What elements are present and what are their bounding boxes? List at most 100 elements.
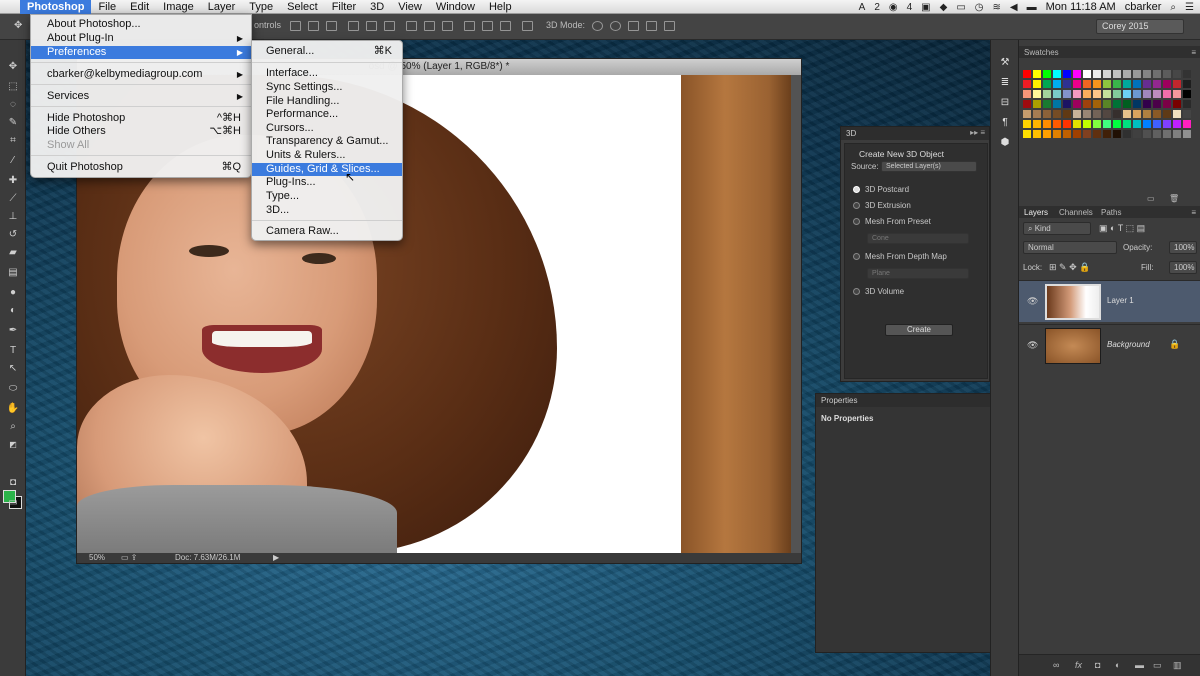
swatch[interactable]	[1123, 130, 1131, 138]
distribute-left-icon[interactable]	[464, 21, 475, 31]
align-vcenter-icon[interactable]	[308, 21, 319, 31]
pen-tool-icon[interactable]: ✒	[5, 324, 21, 338]
pref-guides-grid-slices[interactable]: Guides, Grid & Slices...	[252, 163, 402, 176]
pref-units-rulers[interactable]: Units & Rulers...	[252, 149, 402, 162]
slide-3d-icon[interactable]	[646, 21, 657, 31]
swatch-grid[interactable]	[1023, 70, 1193, 142]
dropbox-icon[interactable]: ◆	[940, 2, 948, 13]
align-hcenter-icon[interactable]	[366, 21, 377, 31]
swatch[interactable]	[1143, 120, 1151, 128]
swatch[interactable]	[1043, 80, 1051, 88]
tab-layers[interactable]: Layers	[1024, 208, 1048, 217]
swatch[interactable]	[1063, 70, 1071, 78]
swatch[interactable]	[1173, 90, 1181, 98]
radio-mesh-from-depth-map[interactable]	[853, 253, 860, 260]
swatch[interactable]	[1113, 100, 1121, 108]
swatch[interactable]	[1043, 130, 1051, 138]
swatch[interactable]	[1083, 70, 1091, 78]
swatch[interactable]	[1093, 80, 1101, 88]
menu-window[interactable]: Window	[429, 0, 482, 14]
menu-help[interactable]: Help	[482, 0, 519, 14]
swatch[interactable]	[1163, 130, 1171, 138]
swatch[interactable]	[1053, 130, 1061, 138]
lasso-tool-icon[interactable]: ◌	[5, 98, 21, 112]
swatch[interactable]	[1053, 70, 1061, 78]
workspace-select[interactable]: Corey 2015	[1096, 19, 1184, 34]
new-layer-icon[interactable]: ▭	[1153, 660, 1162, 671]
swatch[interactable]	[1133, 80, 1141, 88]
option-mesh-from-preset[interactable]: Mesh From Preset	[865, 217, 931, 226]
auto-align-icon[interactable]	[522, 21, 533, 31]
swatch[interactable]	[1123, 100, 1131, 108]
distribute-right-icon[interactable]	[500, 21, 511, 31]
scale-3d-icon[interactable]	[664, 21, 675, 31]
wifi-icon[interactable]: ≋	[993, 2, 1001, 13]
swatch[interactable]	[1023, 90, 1031, 98]
align-bottom-icon[interactable]	[326, 21, 337, 31]
path-select-tool-icon[interactable]: ↖	[5, 362, 21, 376]
swatch[interactable]	[1073, 130, 1081, 138]
crop-tool-icon[interactable]: ⌗	[5, 134, 21, 148]
volume-icon[interactable]: ◀	[1010, 2, 1018, 13]
new-swatch-icon[interactable]: ▭	[1147, 194, 1155, 203]
radio-3d-extrusion[interactable]	[853, 202, 860, 209]
quick-select-tool-icon[interactable]: ✎	[5, 116, 21, 130]
pan-3d-icon[interactable]	[628, 21, 639, 31]
swatch[interactable]	[1043, 120, 1051, 128]
layer-mask-icon[interactable]: ◘	[1095, 660, 1100, 670]
new-group-icon[interactable]: ▬	[1135, 660, 1144, 670]
swatch[interactable]	[1053, 100, 1061, 108]
shape-tool-icon[interactable]: ⬭	[5, 382, 21, 396]
swatch[interactable]	[1063, 100, 1071, 108]
swatch[interactable]	[1143, 110, 1151, 118]
eyedropper-tool-icon[interactable]: ⁄	[5, 154, 21, 168]
swatch[interactable]	[1133, 70, 1141, 78]
swatch[interactable]	[1083, 100, 1091, 108]
pref-general[interactable]: General... ⌘K	[252, 45, 402, 58]
swatch[interactable]	[1133, 90, 1141, 98]
swatch[interactable]	[1163, 120, 1171, 128]
link-layers-icon[interactable]: ∞	[1053, 660, 1059, 670]
adjustments-panel-icon[interactable]: ⊟	[998, 96, 1012, 110]
layers-menu-icon[interactable]: ≡	[1191, 208, 1196, 217]
swatch[interactable]	[1073, 80, 1081, 88]
status-icons[interactable]: ▭ ⇪	[121, 553, 137, 562]
swatch[interactable]	[1173, 100, 1181, 108]
swatch[interactable]	[1183, 120, 1191, 128]
swatch[interactable]	[1063, 90, 1071, 98]
swatch[interactable]	[1163, 70, 1171, 78]
clock[interactable]: Mon 11:18 AM	[1046, 1, 1116, 13]
swatch[interactable]	[1153, 90, 1161, 98]
swatch[interactable]	[1123, 70, 1131, 78]
swatch[interactable]	[1023, 130, 1031, 138]
swatch[interactable]	[1103, 100, 1111, 108]
depth-map-select[interactable]: Plane	[867, 268, 969, 279]
swatch[interactable]	[1083, 80, 1091, 88]
swatch[interactable]	[1023, 70, 1031, 78]
airplay-icon[interactable]: ▭	[956, 2, 965, 13]
swatch[interactable]	[1183, 80, 1191, 88]
swatch[interactable]	[1043, 100, 1051, 108]
swatch[interactable]	[1033, 120, 1041, 128]
pref-file-handling[interactable]: File Handling...	[252, 95, 402, 108]
pref-interface[interactable]: Interface...	[252, 67, 402, 80]
swatch[interactable]	[1163, 80, 1171, 88]
history-brush-tool-icon[interactable]: ↺	[5, 228, 21, 242]
time-machine-icon[interactable]: ◷	[975, 2, 984, 13]
option-3d-extrusion[interactable]: 3D Extrusion	[865, 201, 911, 210]
status-menu-arrow[interactable]: ▶	[273, 553, 279, 562]
swatch[interactable]	[1113, 90, 1121, 98]
align-top-icon[interactable]	[290, 21, 301, 31]
swatch[interactable]	[1043, 110, 1051, 118]
swatch[interactable]	[1163, 90, 1171, 98]
pref-cursors[interactable]: Cursors...	[252, 122, 402, 135]
marquee-tool-icon[interactable]: ⬚	[5, 80, 21, 94]
swatch[interactable]	[1053, 110, 1061, 118]
pref-plug-ins[interactable]: Plug-Ins...	[252, 176, 402, 189]
menu-photoshop[interactable]: Photoshop	[20, 0, 92, 14]
swatch[interactable]	[1163, 100, 1171, 108]
clone-stamp-tool-icon[interactable]: ⊥	[5, 210, 21, 224]
menu-item-quit-photoshop[interactable]: Quit Photoshop ⌘Q	[31, 161, 251, 174]
option-3d-volume[interactable]: 3D Volume	[865, 287, 904, 296]
swatch[interactable]	[1133, 130, 1141, 138]
